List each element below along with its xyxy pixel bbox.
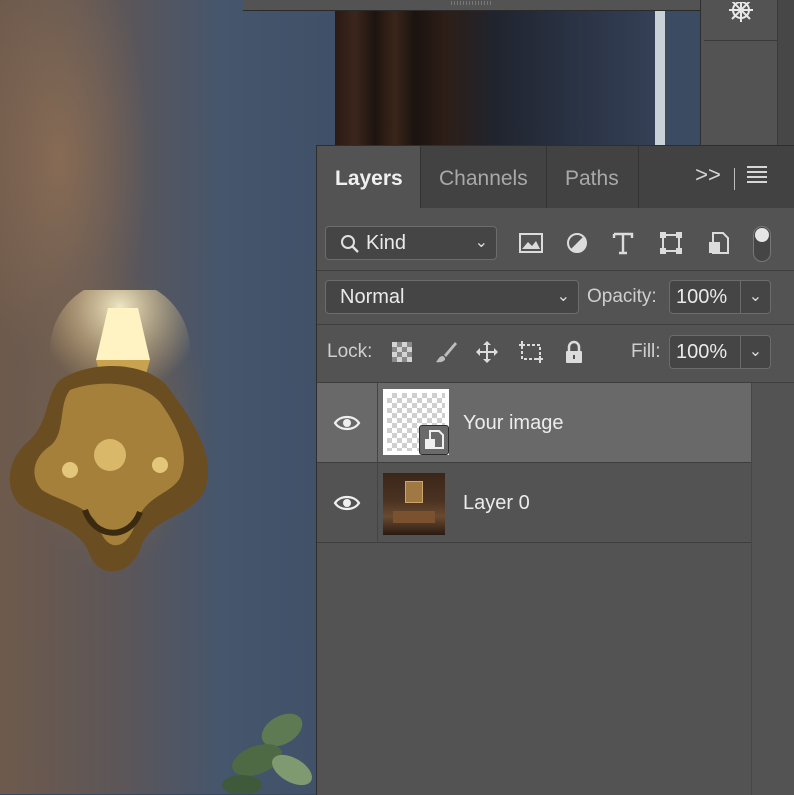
navigator-panel-button[interactable] <box>704 0 778 41</box>
thumbnail-portrait <box>405 481 423 503</box>
chevron-down-icon: ⌄ <box>556 288 570 305</box>
lock-artboard-icon[interactable] <box>517 339 543 365</box>
panel-menu-icon[interactable] <box>747 166 767 188</box>
divider <box>317 270 794 271</box>
ship-wheel-icon <box>729 2 753 22</box>
expand-panels-icon[interactable]: >> <box>693 160 723 190</box>
wall-sconce-image <box>9 290 209 572</box>
lock-image-pixels-icon[interactable] <box>433 339 459 365</box>
layers-scrollbar[interactable] <box>751 383 794 795</box>
drag-grip[interactable] <box>451 1 491 5</box>
eye-icon <box>333 415 361 431</box>
adjustment-filter-icon[interactable] <box>563 229 591 257</box>
opacity-input[interactable]: 100% <box>669 280 741 314</box>
blend-mode-select[interactable]: Normal ⌄ <box>325 280 579 314</box>
shape-filter-icon[interactable] <box>657 229 685 257</box>
dock-column <box>704 40 778 145</box>
lock-all-icon[interactable] <box>561 339 587 365</box>
filter-kind-select[interactable]: Kind ⌄ <box>325 226 497 260</box>
layer-thumbnail[interactable] <box>383 389 449 455</box>
smart-object-icon <box>419 425 449 455</box>
eye-icon <box>333 495 361 511</box>
layer-thumbnail[interactable] <box>383 473 445 535</box>
search-icon <box>341 235 359 253</box>
visibility-toggle[interactable] <box>317 463 378 543</box>
filter-toggle[interactable] <box>753 226 771 262</box>
opacity-dropdown-icon[interactable]: ⌄ <box>741 280 771 314</box>
tab-separator <box>734 168 735 190</box>
canvas-curtain <box>335 0 665 150</box>
layer-row-layer-0[interactable]: Layer 0 <box>317 463 751 543</box>
tab-paths[interactable]: Paths <box>547 146 639 208</box>
lock-position-icon[interactable] <box>474 339 500 365</box>
options-bar-edge[interactable] <box>243 0 700 11</box>
panel-tabs: Layers Channels Paths >> <box>317 146 794 208</box>
layers-list: Your image Layer 0 <box>317 383 751 795</box>
lock-transparent-pixels-icon[interactable] <box>389 339 415 365</box>
layers-panel: Layers Channels Paths >> Kind ⌄ Normal ⌄… <box>316 145 794 795</box>
layer-name: Your image <box>463 412 564 434</box>
tab-layers[interactable]: Layers <box>317 146 421 208</box>
blend-mode-value: Normal <box>340 286 405 308</box>
tab-channels[interactable]: Channels <box>421 146 547 208</box>
type-filter-icon[interactable] <box>609 229 637 257</box>
canvas-window-edge <box>655 10 665 150</box>
image-filter-icon[interactable] <box>517 229 545 257</box>
layer-row-your-image[interactable]: Your image <box>317 383 751 463</box>
thumbnail-desk <box>393 511 435 523</box>
layer-name: Layer 0 <box>463 492 530 514</box>
divider <box>317 324 794 325</box>
plant-image <box>222 713 312 794</box>
lock-label: Lock: <box>327 341 373 362</box>
smart-object-filter-icon[interactable] <box>705 229 733 257</box>
visibility-toggle[interactable] <box>317 383 378 463</box>
filter-kind-label: Kind <box>366 232 407 254</box>
chevron-down-icon: ⌄ <box>474 234 488 251</box>
fill-input[interactable]: 100% <box>669 335 741 369</box>
fill-label: Fill: <box>631 341 661 362</box>
opacity-label: Opacity: <box>587 286 657 307</box>
fill-dropdown-icon[interactable]: ⌄ <box>741 335 771 369</box>
